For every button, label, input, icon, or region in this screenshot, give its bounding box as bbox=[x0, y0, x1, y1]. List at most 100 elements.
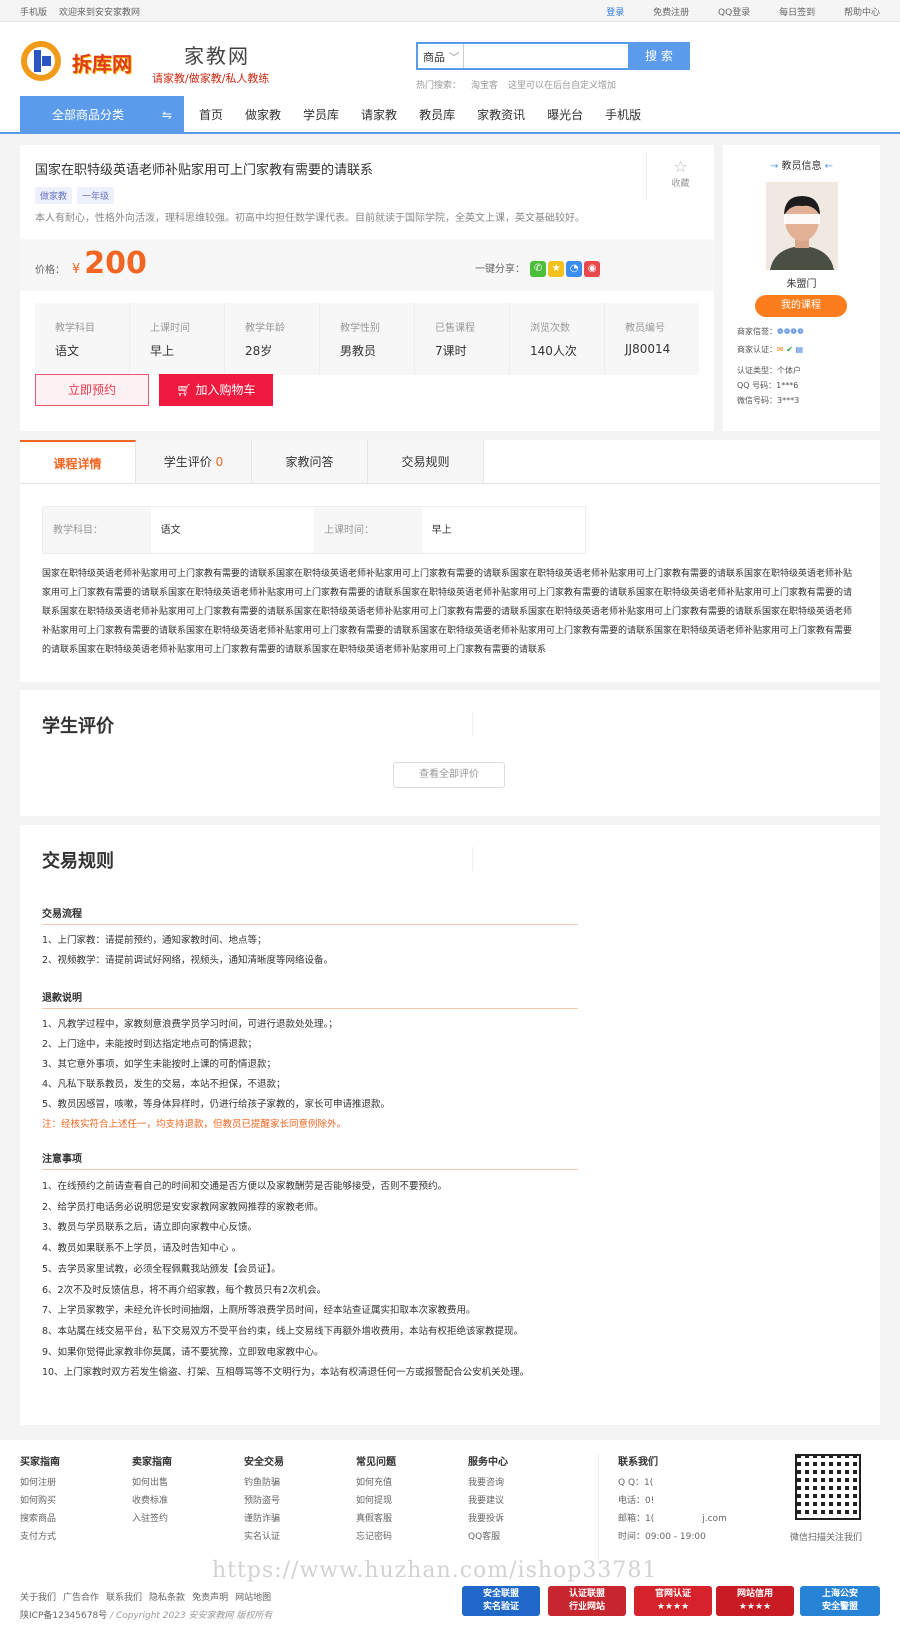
all-categories-button[interactable]: 全部商品分类 ⇋ bbox=[20, 96, 184, 134]
hot-item[interactable]: 这里可以在后台自定义增加 bbox=[508, 81, 616, 91]
nav-student-lib[interactable]: 学员库 bbox=[292, 96, 350, 134]
swap-icon: ⇋ bbox=[161, 108, 172, 122]
seller-cert: 商家认证：✉ ✔ ▤ bbox=[737, 345, 804, 354]
id-cert-icon: ▤ bbox=[795, 345, 804, 354]
qq-icon[interactable]: ◔ bbox=[566, 261, 583, 277]
nav-exposure[interactable]: 曝光台 bbox=[536, 96, 594, 134]
chevron-down-icon: ﹀ bbox=[448, 51, 460, 64]
view-all-reviews-button[interactable]: 查看全部评价 bbox=[393, 762, 505, 788]
footer: 买家指南 如何注册 如何购买 搜索商品 支付方式 卖家指南 如何出售 收费标准 入驻签约 安全… bbox=[0, 1440, 900, 1630]
favorite-button[interactable]: ☆ 收藏 bbox=[646, 153, 714, 199]
course-title: 国家在职特级英语老师补贴家用可上门家教有需要的请联系 bbox=[35, 163, 374, 178]
search-box: 商品 ﹀ 搜 索 bbox=[416, 42, 690, 70]
attr-item: 浏览次数 140人次 bbox=[510, 303, 605, 375]
header: 拆库网 家教网 请家教/做家教/私人教练 商品 ﹀ 搜 索 热门搜索： 淘宝客 这里… bbox=[0, 22, 900, 96]
cart-icon: 🛒︎ bbox=[176, 383, 192, 397]
rules-panel: 交易规则 交易流程 1、上门家教：请提前预约，通知家教时间、地点等； 2、视频教学… bbox=[20, 825, 880, 1425]
my-course-button[interactable]: 我的课程 bbox=[755, 295, 847, 317]
hot-search: 热门搜索： 淘宝客 这里可以在后台自定义增加 bbox=[416, 81, 617, 91]
course-description: 本人有耐心，性格外向活泼，理科思维较强。初高中均担任数学课代表。目前就读于国际学… bbox=[35, 213, 585, 224]
security-badge[interactable]: 认证联盟 行业网站 bbox=[548, 1586, 626, 1616]
rule-subtitle: 退款说明 bbox=[42, 989, 578, 1009]
cert-type: 认证类型：个体户 bbox=[737, 366, 801, 375]
footer-col: 买家指南 如何注册 如何购买 搜索商品 支付方式 bbox=[20, 1457, 60, 1542]
footer-col: 卖家指南 如何出售 收费标准 入驻签约 bbox=[132, 1457, 172, 1524]
detail-text: 国家在职特级英语老师补贴家用可上门家教有需要的请联系国家在职特级英语老师补贴家用… bbox=[42, 569, 853, 655]
security-badge[interactable]: 网站信用 ★★★★ bbox=[716, 1586, 794, 1616]
price-bar: 价格： ¥200 一键分享： ✆ ★ ◔ ◉ bbox=[20, 239, 714, 291]
hot-item[interactable]: 淘宝客 bbox=[471, 81, 498, 91]
section-title: 学生评价 bbox=[42, 716, 114, 737]
attr-item: 上课时间 早上 bbox=[130, 303, 225, 375]
logo-icon[interactable] bbox=[20, 40, 62, 82]
nav-news[interactable]: 家教资讯 bbox=[466, 96, 536, 134]
nav-mobile[interactable]: 手机版 bbox=[594, 96, 652, 134]
section-title: 交易规则 bbox=[42, 851, 114, 872]
teacher-panel: → 教员信息 ← 朱盟门 我的课程 商家信誉：❁❁❁❁ 商家认证：✉ ✔ ▤ 认… bbox=[723, 145, 880, 431]
top-bar: 手机版 欢迎来到安安家教网 登录 免费注册 QQ登录 每日签到 帮助中心 bbox=[0, 0, 900, 22]
logo-text[interactable]: 拆库网 bbox=[72, 48, 132, 77]
email-cert-icon: ✉ bbox=[777, 345, 784, 354]
rule-list: 1、在线预约之前请查看自己的时间和交通是否方便以及家教酬劳是否能够接受，否则不要… bbox=[42, 1181, 530, 1379]
tab-qa[interactable]: 家教问答 bbox=[252, 440, 368, 483]
phone-cert-icon: ✔ bbox=[786, 345, 793, 354]
nav-hire-tutor[interactable]: 请家教 bbox=[350, 96, 408, 134]
teacher-name: 朱盟门 bbox=[786, 279, 817, 290]
tab-reviews[interactable]: 学生评价 0 bbox=[136, 440, 252, 483]
security-badge[interactable]: 官网认证 ★★★★ bbox=[634, 1586, 712, 1616]
detail-table: 教学科目： 语文 上课时间： 早上 bbox=[42, 506, 586, 554]
qr-code bbox=[795, 1454, 861, 1520]
attr-item: 教员编号 JJ80014 bbox=[625, 323, 671, 356]
seller-credit: 商家信誉：❁❁❁❁ bbox=[737, 327, 804, 336]
footer-col: 服务中心 我要咨询 我要建议 我要投诉 QQ客服 bbox=[468, 1457, 508, 1542]
daily-checkin-link[interactable]: 每日签到 bbox=[779, 8, 815, 18]
login-link[interactable]: 登录 bbox=[606, 8, 624, 18]
footer-col: 安全交易 钓鱼防骗 预防盗号 谨防诈骗 实名认证 bbox=[244, 1457, 284, 1542]
welcome-text: 欢迎来到安安家教网 bbox=[59, 8, 141, 18]
price-value: ¥200 bbox=[72, 246, 147, 281]
watermark: https://www.huzhan.com/ishop33781 bbox=[212, 1558, 658, 1583]
attr-item: 教学性别 男教员 bbox=[320, 303, 415, 375]
teacher-header: → 教员信息 ← bbox=[769, 161, 834, 172]
search-type-select[interactable]: 商品 ﹀ bbox=[418, 44, 464, 68]
wechat-number: 微信号码：3***3 bbox=[737, 396, 800, 405]
rule-subtitle: 注意事项 bbox=[42, 1150, 578, 1170]
footer-contact: 联系我们 Q Q：1(电话：0! 邮箱：1(j.com 时间：09:00 - 19:0… bbox=[618, 1457, 727, 1542]
avatar bbox=[766, 182, 838, 270]
security-badge[interactable]: 上海公安 安全警盟 bbox=[800, 1586, 880, 1616]
course-tag: 一年级 bbox=[77, 187, 115, 204]
register-link[interactable]: 免费注册 bbox=[653, 8, 689, 18]
course-attributes: 教学科目 语文 上课时间 早上 教学年龄 28岁 教学性别 男教员 已售课程 7课时 浏览… bbox=[35, 303, 699, 375]
wechat-icon[interactable]: ✆ bbox=[530, 261, 547, 277]
weibo-icon[interactable]: ◉ bbox=[584, 261, 601, 277]
nav-home[interactable]: 首页 bbox=[188, 96, 234, 134]
security-badge[interactable]: 安全联盟 实名验证 bbox=[462, 1586, 540, 1616]
attr-item: 已售课程 7课时 bbox=[415, 303, 510, 375]
share-bar: 一键分享： ✆ ★ ◔ ◉ bbox=[475, 260, 601, 277]
mobile-link[interactable]: 手机版 bbox=[20, 8, 47, 18]
rule-list: 1、凡教学过程中，家教刻意浪费学员学习时间，可进行退款处处理。； 2、上门途中，未… bbox=[42, 1019, 391, 1130]
star-icon: ☆ bbox=[673, 157, 688, 176]
footer-col: 常见问题 如何充值 如何提现 真假客服 忘记密码 bbox=[356, 1457, 396, 1542]
attr-item: 教学年龄 28岁 bbox=[225, 303, 320, 375]
reviews-panel: 学生评价 查看全部评价 bbox=[20, 690, 880, 816]
qq-login-link[interactable]: QQ登录 bbox=[718, 8, 750, 18]
footer-links: 关于我们 广告合作 联系我们 隐私条款 免责声明 网站地图 bbox=[20, 1593, 272, 1603]
attr-item: 教学科目 语文 bbox=[35, 303, 130, 375]
copyright: 陕ICP备12345678号 / Copyright 2023 安安家教网 版权… bbox=[20, 1611, 273, 1621]
help-center-link[interactable]: 帮助中心 bbox=[844, 8, 880, 18]
tab-course-detail[interactable]: 课程详情 bbox=[20, 440, 136, 483]
nav-tutor-job[interactable]: 做家教 bbox=[234, 96, 292, 134]
brand-name: 家教网 bbox=[184, 44, 250, 68]
search-button[interactable]: 搜 索 bbox=[628, 42, 690, 70]
add-to-cart-button[interactable]: 🛒︎ 加入购物车 bbox=[159, 374, 273, 406]
detail-tabs-panel: 课程详情 学生评价 0 家教问答 交易规则 教学科目： 语文 上课时间： 早上 国家… bbox=[20, 440, 880, 682]
nav-tutor-lib[interactable]: 教员库 bbox=[408, 96, 466, 134]
main-nav: 全部商品分类 ⇋ 首页 做家教 学员库 请家教 教员库 家教资讯 曝光台 手机版 bbox=[0, 96, 900, 134]
qr-caption: 微信扫描关注我们 bbox=[790, 1533, 863, 1543]
qzone-icon[interactable]: ★ bbox=[548, 261, 565, 277]
credit-badge-icon: ❁❁❁❁ bbox=[777, 327, 804, 336]
tab-rules[interactable]: 交易规则 bbox=[368, 440, 484, 483]
qq-number: QQ 号码：1***6 bbox=[737, 381, 799, 390]
book-now-button[interactable]: 立即预约 bbox=[35, 374, 149, 406]
